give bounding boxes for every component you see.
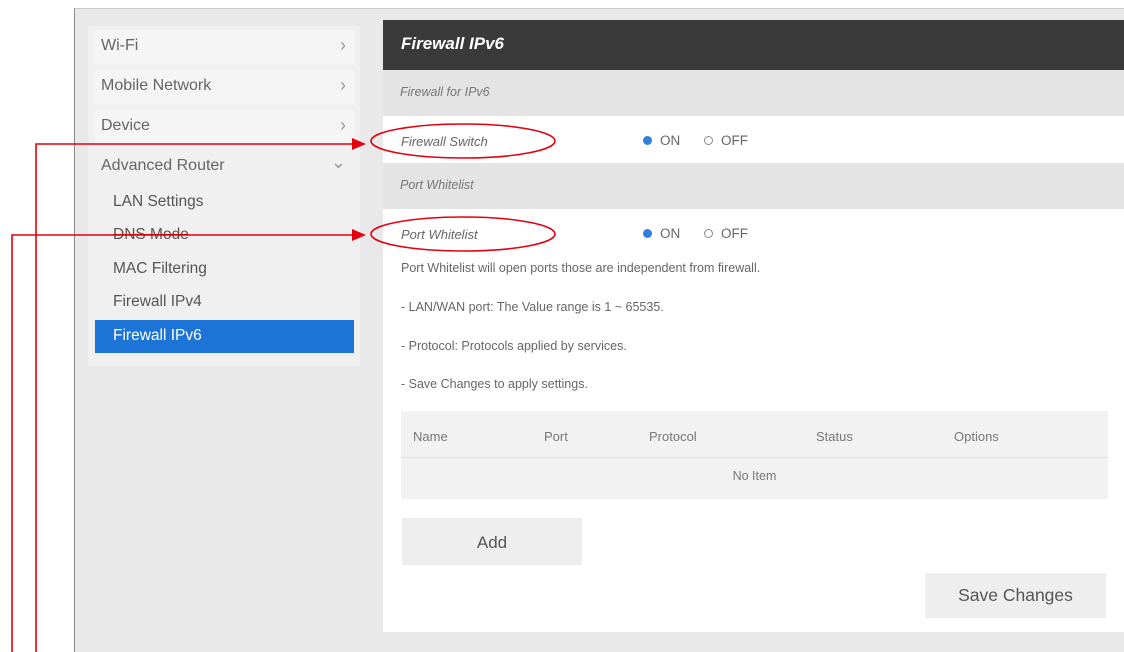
radio-checked-icon (643, 228, 652, 238)
radio-label: ON (660, 133, 681, 148)
info-text: Port Whitelist will open ports those are… (401, 261, 761, 275)
radio-label: ON (660, 226, 681, 241)
menu-item-label: Advanced Router (101, 157, 225, 174)
radio-label: OFF (721, 133, 748, 148)
sidebar-item-label: LAN Settings (113, 193, 204, 210)
menu-item-device[interactable]: Device › (95, 110, 354, 144)
table-divider (401, 457, 1108, 458)
sidebar-item-label: DNS Mode (113, 226, 189, 243)
sidebar-item-mac-filtering[interactable]: MAC Filtering (95, 253, 354, 286)
column-header-status: Status (816, 429, 853, 444)
firewall-switch-row (383, 116, 1124, 163)
column-header-protocol: Protocol (649, 429, 697, 444)
section-header-port-whitelist: Port Whitelist (383, 163, 1124, 209)
section-title: Port Whitelist (400, 178, 474, 192)
sidebar-item-lan-settings[interactable]: LAN Settings (95, 186, 354, 219)
radio-unchecked-icon (704, 135, 713, 145)
radio-unchecked-icon (704, 228, 713, 238)
port-whitelist-table: Name Port Protocol Status Options No Ite… (401, 411, 1108, 499)
sidebar-item-dns-mode[interactable]: DNS Mode (95, 219, 354, 252)
menu-item-mobile-network[interactable]: Mobile Network › (95, 70, 354, 104)
save-changes-button[interactable]: Save Changes (925, 573, 1106, 618)
radio-label: OFF (721, 226, 748, 241)
sidebar-item-label: MAC Filtering (113, 260, 207, 277)
port-whitelist-off-radio[interactable]: OFF (704, 226, 748, 241)
menu-item-wifi[interactable]: Wi-Fi › (95, 30, 354, 64)
firewall-switch-on-radio[interactable]: ON (643, 133, 680, 148)
chevron-down-icon: ⌄ (330, 152, 346, 172)
chevron-right-icon: › (340, 35, 346, 55)
menu-item-label: Mobile Network (101, 77, 212, 94)
sidebar-item-firewall-ipv4[interactable]: Firewall IPv4 (95, 286, 354, 319)
column-header-port: Port (544, 429, 568, 444)
section-header-firewall: Firewall for IPv6 (383, 70, 1124, 116)
menu-item-advanced-router[interactable]: Advanced Router ⌄ (95, 150, 354, 184)
section-title: Firewall for IPv6 (400, 85, 490, 99)
add-button[interactable]: Add (402, 518, 582, 565)
info-text: - Protocol: Protocols applied by service… (401, 339, 627, 353)
info-text: - Save Changes to apply settings. (401, 377, 588, 391)
sidebar-item-firewall-ipv6[interactable]: Firewall IPv6 (95, 320, 354, 353)
chevron-right-icon: › (340, 115, 346, 135)
sidebar-item-label: Firewall IPv4 (113, 293, 202, 310)
info-text: - LAN/WAN port: The Value range is 1 ~ 6… (401, 300, 664, 314)
menu-item-label: Wi-Fi (101, 37, 139, 54)
column-header-options: Options (954, 429, 999, 444)
panel-header: Firewall IPv6 (383, 20, 1124, 70)
page-title: Firewall IPv6 (401, 34, 504, 53)
sidebar-item-label: Firewall IPv6 (113, 327, 202, 344)
port-whitelist-label: Port Whitelist (401, 227, 478, 242)
firewall-switch-label: Firewall Switch (401, 134, 488, 149)
column-header-name: Name (413, 429, 448, 444)
chevron-right-icon: › (340, 75, 346, 95)
menu-item-label: Device (101, 117, 150, 134)
radio-checked-icon (643, 135, 652, 145)
empty-table-message: No Item (732, 469, 777, 483)
port-whitelist-on-radio[interactable]: ON (643, 226, 680, 241)
firewall-switch-off-radio[interactable]: OFF (704, 133, 748, 148)
